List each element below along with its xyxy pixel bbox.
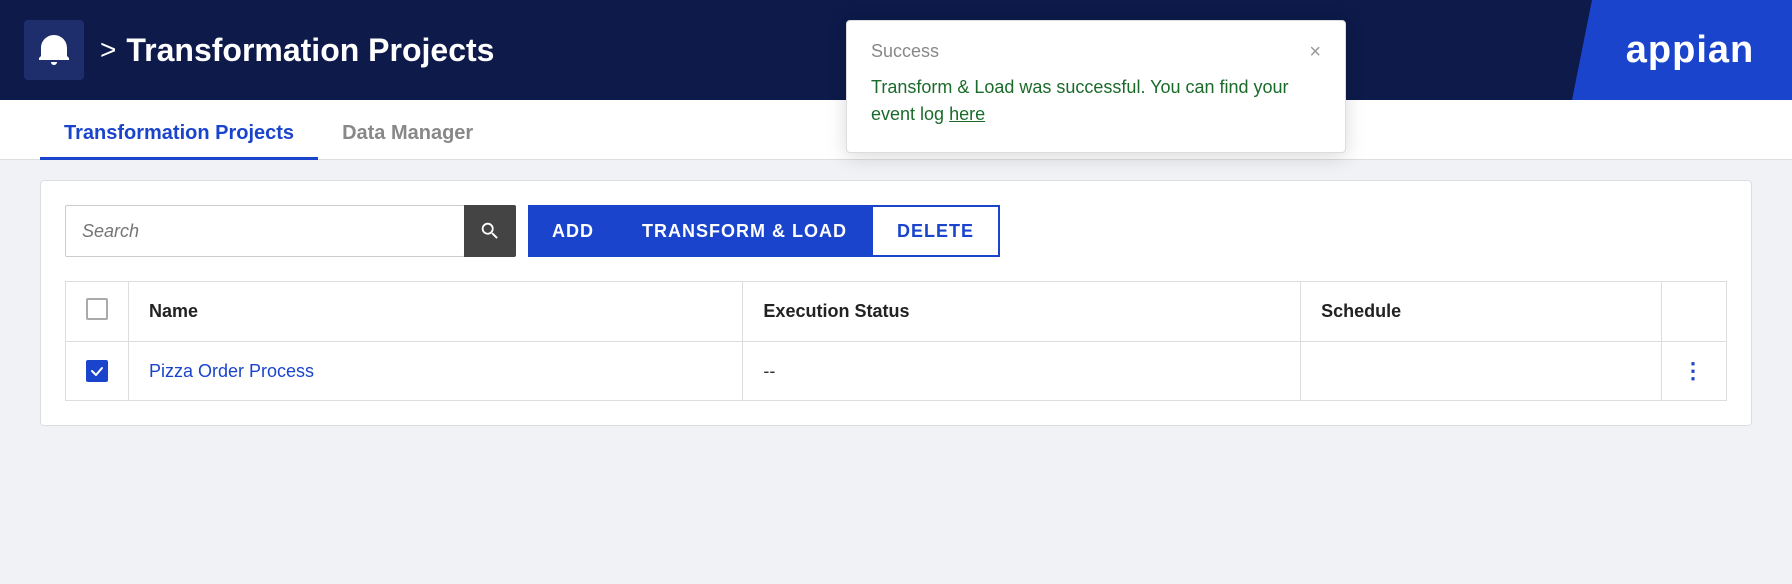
select-all-header[interactable] <box>66 282 129 342</box>
search-icon <box>479 220 501 242</box>
table-body: Pizza Order Process -- ⋮ <box>66 342 1727 401</box>
notification-body: Transform & Load was successful. You can… <box>871 74 1321 128</box>
transform-load-button[interactable]: TRANSFORM & LOAD <box>618 205 871 257</box>
search-button[interactable] <box>464 205 516 257</box>
notification-header: Success × <box>871 41 1321 62</box>
tab-transformation-projects[interactable]: Transformation Projects <box>40 110 318 160</box>
add-button[interactable]: ADD <box>528 205 618 257</box>
select-all-checkbox[interactable] <box>86 298 108 320</box>
row-checkbox-cell[interactable] <box>66 342 129 401</box>
data-table: Name Execution Status Schedule Pizza Ord… <box>65 281 1727 401</box>
checkmark-icon <box>90 364 104 378</box>
notification-close-button[interactable]: × <box>1309 42 1321 62</box>
breadcrumb-chevron: > <box>100 34 116 66</box>
row-actions-button[interactable]: ⋮ <box>1682 358 1706 384</box>
column-execution-status: Execution Status <box>743 282 1301 342</box>
column-actions <box>1662 282 1727 342</box>
tab-data-manager[interactable]: Data Manager <box>318 110 497 160</box>
table-header: Name Execution Status Schedule <box>66 282 1727 342</box>
bell-icon <box>36 32 72 68</box>
delete-button[interactable]: DELETE <box>871 205 1000 257</box>
row-execution-status-cell: -- <box>743 342 1301 401</box>
column-name: Name <box>129 282 743 342</box>
notification-message: Transform & Load was successful. You can… <box>871 77 1289 124</box>
notification-title: Success <box>871 41 939 62</box>
appian-logo: appian <box>1572 0 1792 100</box>
appian-logo-text: appian <box>1610 29 1754 72</box>
table-row: Pizza Order Process -- ⋮ <box>66 342 1727 401</box>
app-header: > Transformation Projects appian Success… <box>0 0 1792 100</box>
page-title-text: Transformation Projects <box>126 32 494 69</box>
row-schedule-cell <box>1301 342 1662 401</box>
column-schedule: Schedule <box>1301 282 1662 342</box>
app-icon <box>24 20 84 80</box>
toolbar: ADD TRANSFORM & LOAD DELETE <box>65 205 1727 257</box>
row-actions-cell[interactable]: ⋮ <box>1662 342 1727 401</box>
notification-link[interactable]: here <box>949 104 985 124</box>
main-content: ADD TRANSFORM & LOAD DELETE Name Executi… <box>40 180 1752 426</box>
search-input[interactable] <box>65 205 465 257</box>
row-name-cell[interactable]: Pizza Order Process <box>129 342 743 401</box>
page-title: > Transformation Projects <box>100 32 494 69</box>
row-checkbox-checked[interactable] <box>86 360 108 382</box>
success-notification: Success × Transform & Load was successfu… <box>846 20 1346 153</box>
